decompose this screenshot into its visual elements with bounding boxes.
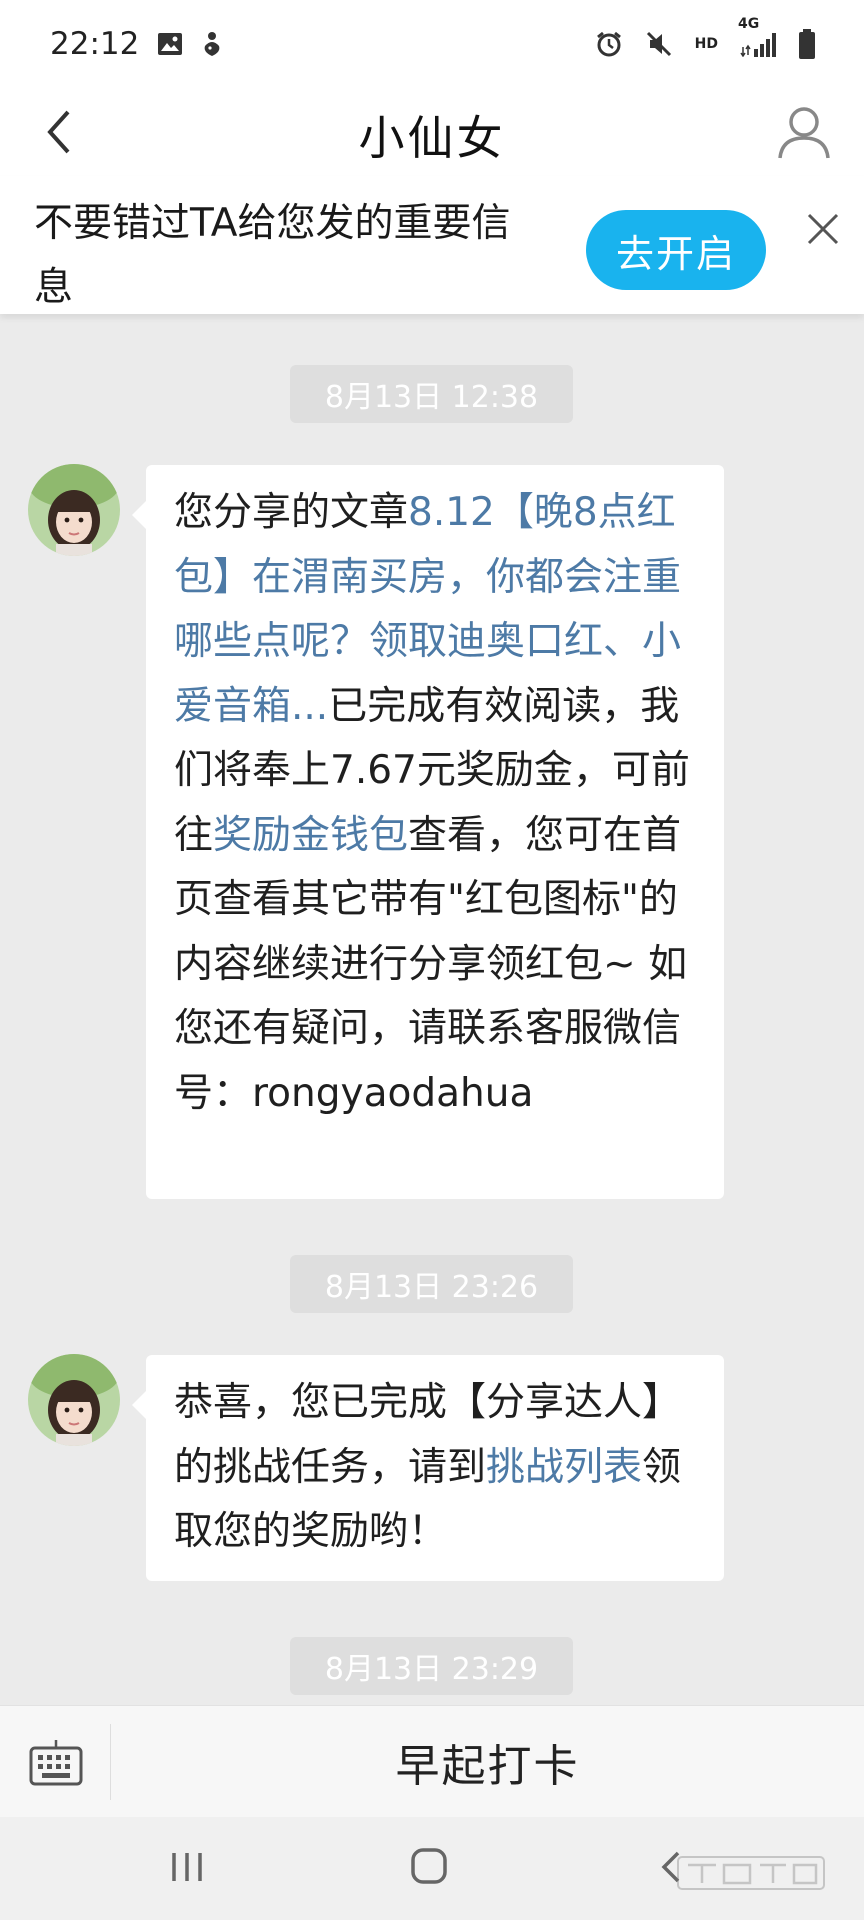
keyboard-toggle-button[interactable] [28,1738,84,1786]
message-bubble: 恭喜，您已完成【分享达人】的挑战任务，请到挑战列表领取您的奖励哟！ [132,1355,724,1581]
battery-icon [798,29,816,59]
recent-apps-icon [172,1853,202,1881]
message-timestamp: 8月13日 12:38 [290,365,573,423]
chat-header: 小仙女 [0,88,864,176]
watermark-logo [676,1853,826,1897]
enable-notifications-button[interactable]: 去开启 [586,210,766,290]
avatar[interactable] [28,464,120,556]
message-timestamp: 8月13日 23:29 [290,1637,573,1695]
banner-close-button[interactable] [806,212,840,246]
alarm-icon [595,30,623,58]
status-bar: 22:12 HD 4G [0,0,864,88]
banner-text: 不要错过TA给您发的重要信息 [34,201,511,310]
home-icon [411,1848,447,1884]
image-icon [157,32,183,56]
message-timestamp: 8月13日 23:26 [290,1255,573,1313]
system-nav-bar [0,1817,864,1920]
challenge-list-link[interactable]: 挑战列表 [486,1445,642,1490]
clock: 22:12 [50,26,140,62]
profile-button[interactable] [774,102,834,162]
close-icon [807,213,839,245]
notification-banner: 不要错过TA给您发的重要信息 去开启 [0,176,864,314]
reward-wallet-link[interactable]: 奖励金钱包 [213,813,408,858]
keyboard-icon [29,1740,83,1786]
mute-icon [645,30,673,58]
recent-apps-button[interactable] [170,1849,204,1885]
4g-signal-icon: 4G [738,17,776,57]
avatar[interactable] [28,1354,120,1446]
user-icon [778,107,830,159]
message-bubble: 您分享的文章8.12【晚8点红包】在渭南买房，你都会注重哪些点呢？领取迪奥口红、… [132,465,724,1199]
input-bar: 早起打卡 [0,1705,864,1817]
hd-icon: HD [694,36,718,52]
status-bar-right: HD 4G [595,17,816,59]
message-text: 您分享的文章 [174,490,409,535]
notification-icon [201,30,223,58]
menu-button-early-checkin[interactable]: 早起打卡 [111,1706,864,1818]
page-title: 小仙女 [358,111,506,165]
status-bar-left: 22:12 [50,26,223,62]
home-button[interactable] [410,1847,448,1885]
